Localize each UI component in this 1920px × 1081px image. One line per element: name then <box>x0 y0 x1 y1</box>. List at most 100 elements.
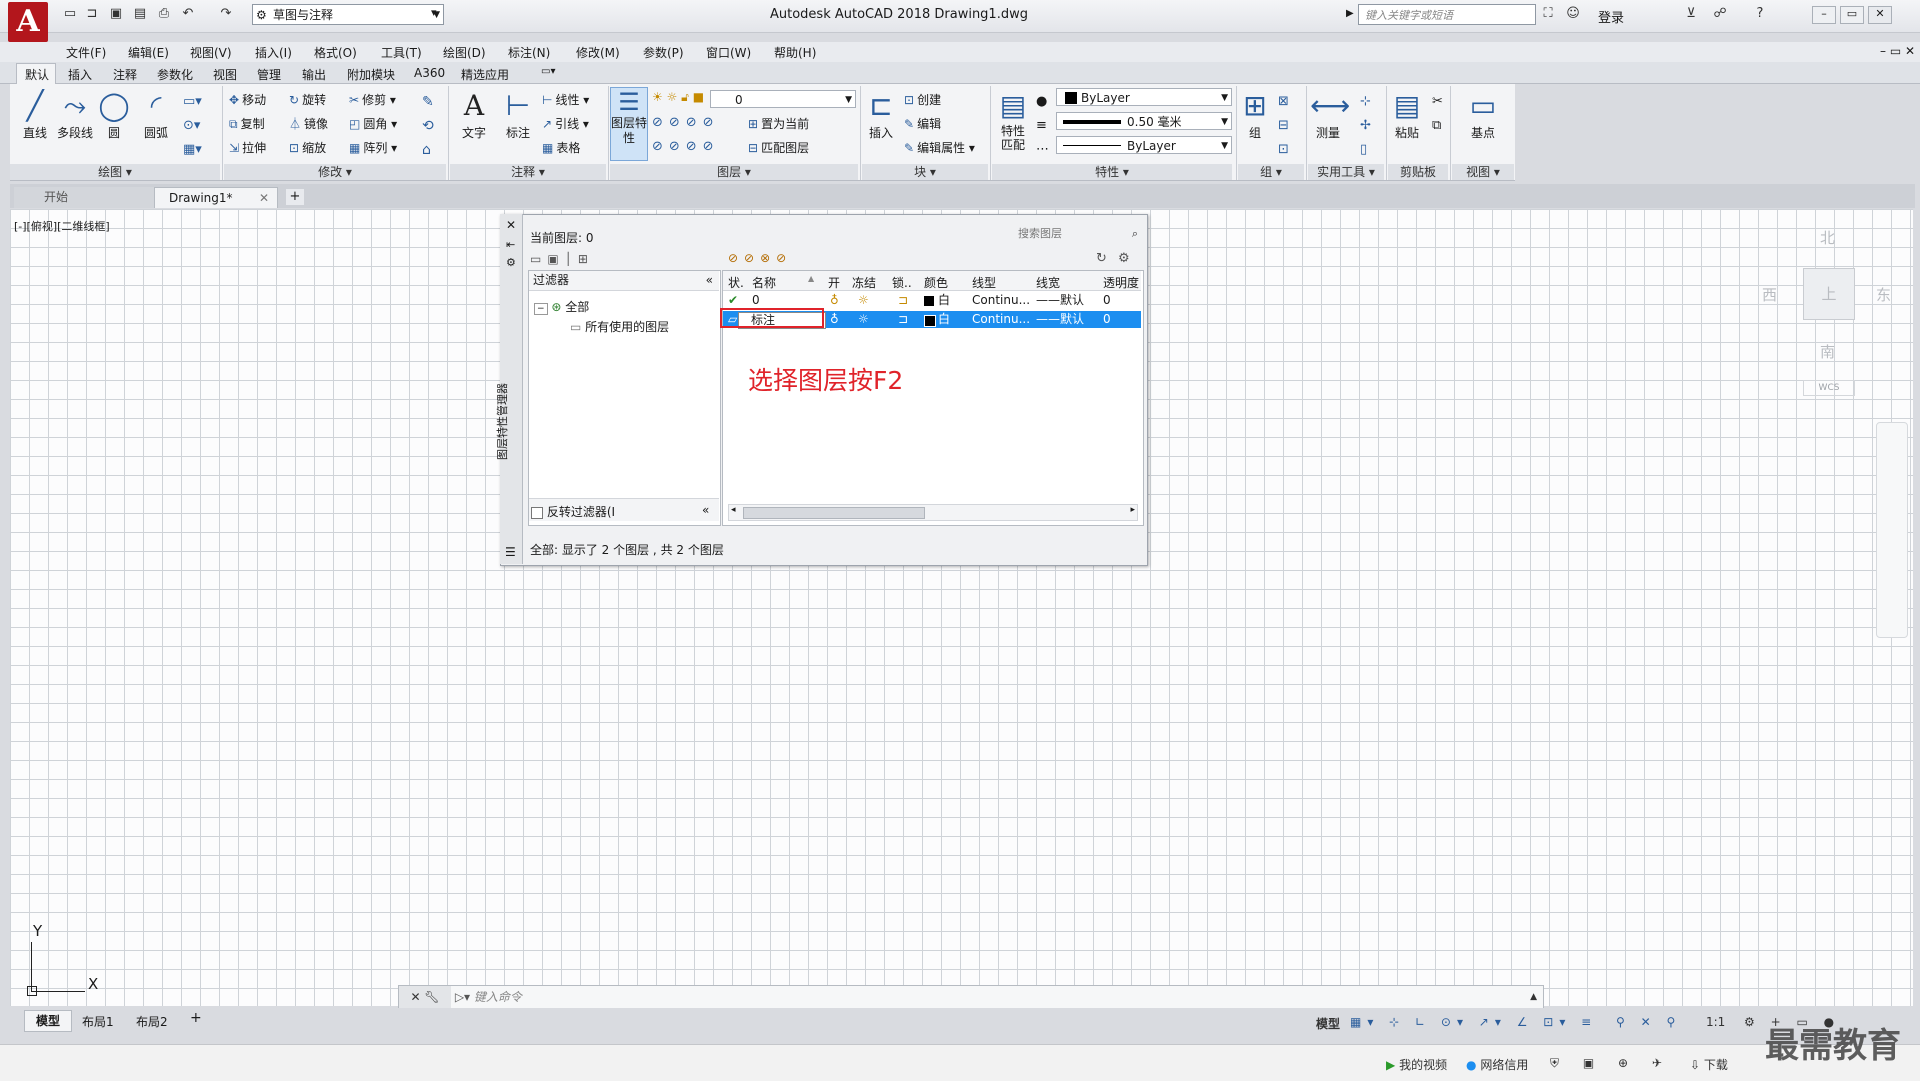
array-button[interactable]: ▦ 阵列 ▾ <box>349 139 397 156</box>
filter-all[interactable]: − ⊛ 全部 <box>534 298 589 315</box>
settings-icon[interactable]: ⚙ <box>1118 251 1130 266</box>
collapse-pane-icon[interactable]: « <box>706 271 713 290</box>
panel-title-block[interactable]: 块 ▾ <box>862 164 988 180</box>
my-video-link[interactable]: ▶ 我的视频 <box>1386 1056 1447 1073</box>
quick-access-menu-icon[interactable]: ▾ <box>431 6 437 19</box>
modify-extra-tools[interactable]: ✎ ⟲ ⌂ <box>422 90 434 162</box>
network-credit-link[interactable]: ● 网络信用 <box>1466 1056 1528 1073</box>
polyline-button[interactable]: ⤳ 多段线 <box>55 88 95 141</box>
col-lineweight[interactable]: 线宽 <box>1036 274 1060 291</box>
viewcube-east[interactable]: 东 <box>1876 284 1891 305</box>
annotation-scale-icons[interactable]: ⚲ ✕ ⚲ <box>1616 1015 1681 1029</box>
panel-title-view[interactable]: 视图 ▾ <box>1452 164 1514 180</box>
create-block-button[interactable]: ⊡ 创建 <box>904 91 941 108</box>
horizontal-scrollbar[interactable]: ◂ ▸ <box>728 504 1138 521</box>
new-tab-button[interactable]: + <box>286 189 304 205</box>
trim-button[interactable]: ✂ 修剪 ▾ <box>349 91 396 108</box>
arc-button[interactable]: ◜ 圆弧 <box>140 88 172 141</box>
match-properties-button[interactable]: ▤ 特性匹配 <box>996 88 1030 152</box>
set-current-button[interactable]: ⊞ 置为当前 <box>748 115 809 132</box>
panel-title-groups[interactable]: 组 ▾ <box>1238 164 1304 180</box>
group-button[interactable]: ⊞ 组 <box>1240 88 1270 141</box>
refresh-icon[interactable]: ↻ <box>1096 251 1107 266</box>
doc-window-controls[interactable]: – ▭ ✕ <box>1880 44 1915 58</box>
text-button[interactable]: A 文字 <box>456 88 492 141</box>
menu-draw[interactable]: 绘图(D) <box>443 44 486 61</box>
layer-dropdown[interactable]: 0 ▼ <box>710 90 856 108</box>
tab-manage[interactable]: 管理 <box>257 66 281 83</box>
tab-parametric[interactable]: 参数化 <box>157 66 193 83</box>
ribbon-options-icon[interactable]: ▭▾ <box>541 66 555 77</box>
table-button[interactable]: ▦ 表格 <box>542 139 580 156</box>
panel-title-modify[interactable]: 修改 ▾ <box>224 164 446 180</box>
circle-button[interactable]: ◯ 圆 <box>98 88 130 141</box>
menu-edit[interactable]: 编辑(E) <box>128 44 169 61</box>
redo-icon[interactable]: ↷ <box>218 6 234 22</box>
menu-dimension[interactable]: 标注(N) <box>508 44 550 61</box>
edit-attributes-button[interactable]: ✎ 编辑属性 ▾ <box>904 139 975 156</box>
fillet-button[interactable]: ◰ 圆角 ▾ <box>349 115 397 132</box>
menu-file[interactable]: 文件(F) <box>66 44 106 61</box>
col-name[interactable]: 名称 <box>752 274 776 291</box>
scale-button[interactable]: ⊡ 缩放 <box>289 139 326 156</box>
autohide-icon[interactable]: ⇤ <box>506 238 515 251</box>
maximize-button[interactable]: ▭ <box>1840 6 1864 24</box>
panel-title-layers[interactable]: 图层 ▾ <box>610 164 858 180</box>
match-layer-button[interactable]: ⊟ 匹配图层 <box>748 139 809 156</box>
tab-a360[interactable]: A360 <box>414 66 445 80</box>
col-status[interactable]: 状. <box>728 274 744 291</box>
a360-icon[interactable]: ☍ <box>1712 6 1728 22</box>
tab-featured-apps[interactable]: 精选应用 <box>461 66 509 83</box>
navigation-bar[interactable] <box>1876 422 1908 638</box>
login-button[interactable]: 登录 <box>1598 7 1624 26</box>
collapse-pane-icon[interactable]: « <box>702 503 709 517</box>
close-icon[interactable]: ✕ <box>259 188 269 209</box>
mirror-button[interactable]: ⏃ 镜像 <box>289 115 328 132</box>
print-icon[interactable]: ⎙ <box>156 6 172 22</box>
layer-search-input[interactable]: 搜索图层 ⌕ <box>1018 225 1140 243</box>
copy-button[interactable]: ⧉ 复制 <box>229 115 265 132</box>
filter-toolbar[interactable]: ▭▣│⊞ <box>530 252 594 266</box>
menu-view[interactable]: 视图(V) <box>190 44 232 61</box>
close-window-button[interactable]: ✕ <box>1868 6 1892 24</box>
tab-layout1[interactable]: 布局1 <box>82 1013 114 1030</box>
rotate-button[interactable]: ↻ 旋转 <box>289 91 326 108</box>
annotation-scale[interactable]: 1:1 <box>1706 1015 1725 1029</box>
linetype-dropdown[interactable]: ByLayer ▼ <box>1056 136 1232 154</box>
linear-button[interactable]: ⊢ 线性 ▾ <box>542 91 589 108</box>
edit-block-button[interactable]: ✎ 编辑 <box>904 115 941 132</box>
layer-tools-row2[interactable]: ⊘⊘⊘⊘ <box>652 139 720 154</box>
panel-title-annotation[interactable]: 注释 ▾ <box>450 164 606 180</box>
utility-tools[interactable]: ⊹ ✢ ▯ <box>1360 90 1371 162</box>
panel-title-utilities[interactable]: 实用工具 ▾ <box>1308 164 1384 180</box>
application-menu-button[interactable]: A <box>8 2 48 42</box>
save-as-icon[interactable]: ▤ <box>132 6 148 22</box>
layer-tools-row1[interactable]: ⊘⊘⊘⊘ <box>652 115 720 130</box>
menu-tools[interactable]: 工具(T) <box>381 44 422 61</box>
tab-start[interactable]: 开始 <box>14 187 154 208</box>
viewport-controls[interactable]: [-][俯视][二维线框] <box>14 218 110 234</box>
expand-search-icon[interactable]: ▶ <box>1346 8 1354 19</box>
menu-help[interactable]: 帮助(H) <box>774 44 816 61</box>
tab-view[interactable]: 视图 <box>213 66 237 83</box>
model-space-button[interactable]: 模型 <box>1316 1015 1340 1032</box>
download-link[interactable]: ⇩ 下载 <box>1690 1056 1728 1073</box>
col-color[interactable]: 颜色 <box>924 274 948 291</box>
stretch-button[interactable]: ⇲ 拉伸 <box>229 139 266 156</box>
add-layout-button[interactable]: + <box>190 1010 202 1026</box>
viewcube-north[interactable]: 北 <box>1820 227 1835 248</box>
lineweight-dropdown[interactable]: 0.50 毫米 ▼ <box>1056 112 1232 130</box>
workspace-select[interactable]: ⚙ 草图与注释 ▼ <box>252 4 444 25</box>
open-file-icon[interactable]: ⊐ <box>84 6 100 22</box>
tab-addins[interactable]: 附加模块 <box>347 66 395 83</box>
col-linetype[interactable]: 线型 <box>972 274 996 291</box>
insert-block-button[interactable]: ⊏ 插入 <box>864 88 898 141</box>
clipboard-tools[interactable]: ✂ ⧉ <box>1432 90 1443 138</box>
search-input[interactable]: 键入关键字或短语 <box>1358 4 1536 25</box>
tab-model[interactable]: 模型 <box>24 1010 72 1032</box>
tab-annotate[interactable]: 注释 <box>113 66 137 83</box>
tab-output[interactable]: 输出 <box>302 66 326 83</box>
menu-modify[interactable]: 修改(M) <box>576 44 620 61</box>
color-dropdown[interactable]: ByLayer ▼ <box>1056 88 1232 106</box>
properties-icon[interactable]: ⚙ <box>506 256 516 269</box>
